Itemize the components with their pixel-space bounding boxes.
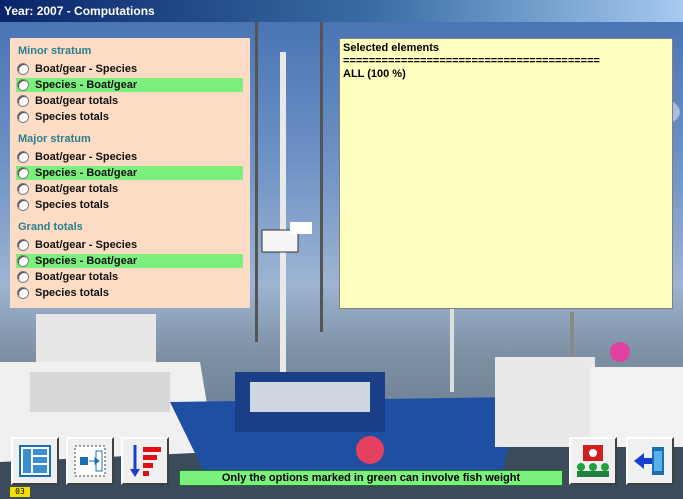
selected-elements-panel[interactable]: Selected elements ======================…: [339, 38, 673, 309]
sort-descending-icon: [130, 445, 161, 477]
computations-window: Year: 2007 - Computations Minor stratum …: [0, 0, 683, 499]
option-major-species-totals[interactable]: Species totals: [16, 198, 243, 212]
page-indicator: 03: [10, 487, 30, 497]
option-grand-species-totals[interactable]: Species totals: [16, 286, 243, 300]
radio-button[interactable]: [17, 199, 29, 211]
radio-button[interactable]: [17, 79, 29, 91]
radio-button[interactable]: [17, 167, 29, 179]
group-presentation-button[interactable]: [569, 437, 617, 485]
option-grand-boatgear-totals[interactable]: Boat/gear totals: [16, 270, 243, 284]
radio-button[interactable]: [17, 111, 29, 123]
exit-door-icon: [634, 447, 664, 475]
computation-options-panel: Minor stratum Boat/gear - Species Specie…: [10, 38, 250, 308]
window-title-bar: Year: 2007 - Computations: [0, 0, 683, 22]
table-layout-icon: [19, 445, 51, 477]
radio-button[interactable]: [17, 255, 29, 267]
radio-button[interactable]: [17, 239, 29, 251]
radio-button[interactable]: [17, 287, 29, 299]
exit-button[interactable]: [626, 437, 674, 485]
option-minor-species-boatgear[interactable]: Species - Boat/gear: [16, 78, 243, 92]
radio-button[interactable]: [17, 183, 29, 195]
selected-elements-title: Selected elements: [343, 42, 439, 54]
option-grand-species-boatgear[interactable]: Species - Boat/gear: [16, 254, 243, 268]
radio-button[interactable]: [17, 63, 29, 75]
selected-elements-value: ALL (100 %): [343, 68, 406, 80]
option-major-boatgear-totals[interactable]: Boat/gear totals: [16, 182, 243, 196]
group-presentation-icon: [577, 445, 609, 477]
sort-descending-button[interactable]: [121, 437, 169, 485]
option-major-species-boatgear[interactable]: Species - Boat/gear: [16, 166, 243, 180]
option-minor-boatgear-species[interactable]: Boat/gear - Species: [16, 62, 243, 76]
radio-button[interactable]: [17, 95, 29, 107]
option-minor-boatgear-totals[interactable]: Boat/gear totals: [16, 94, 243, 108]
selected-elements-separator: ========================================: [343, 55, 600, 67]
column-select-button[interactable]: [66, 437, 114, 485]
option-minor-species-totals[interactable]: Species totals: [16, 110, 243, 124]
group-header-minor-stratum: Minor stratum: [18, 45, 92, 57]
table-layout-button[interactable]: [11, 437, 59, 485]
option-major-boatgear-species[interactable]: Boat/gear - Species: [16, 150, 243, 164]
radio-button[interactable]: [17, 271, 29, 283]
fish-weight-note: Only the options marked in green can inv…: [179, 470, 563, 486]
option-grand-boatgear-species[interactable]: Boat/gear - Species: [16, 238, 243, 252]
column-select-icon: [74, 445, 106, 477]
radio-button[interactable]: [17, 151, 29, 163]
group-header-major-stratum: Major stratum: [18, 133, 91, 145]
group-header-grand-totals: Grand totals: [18, 221, 83, 233]
